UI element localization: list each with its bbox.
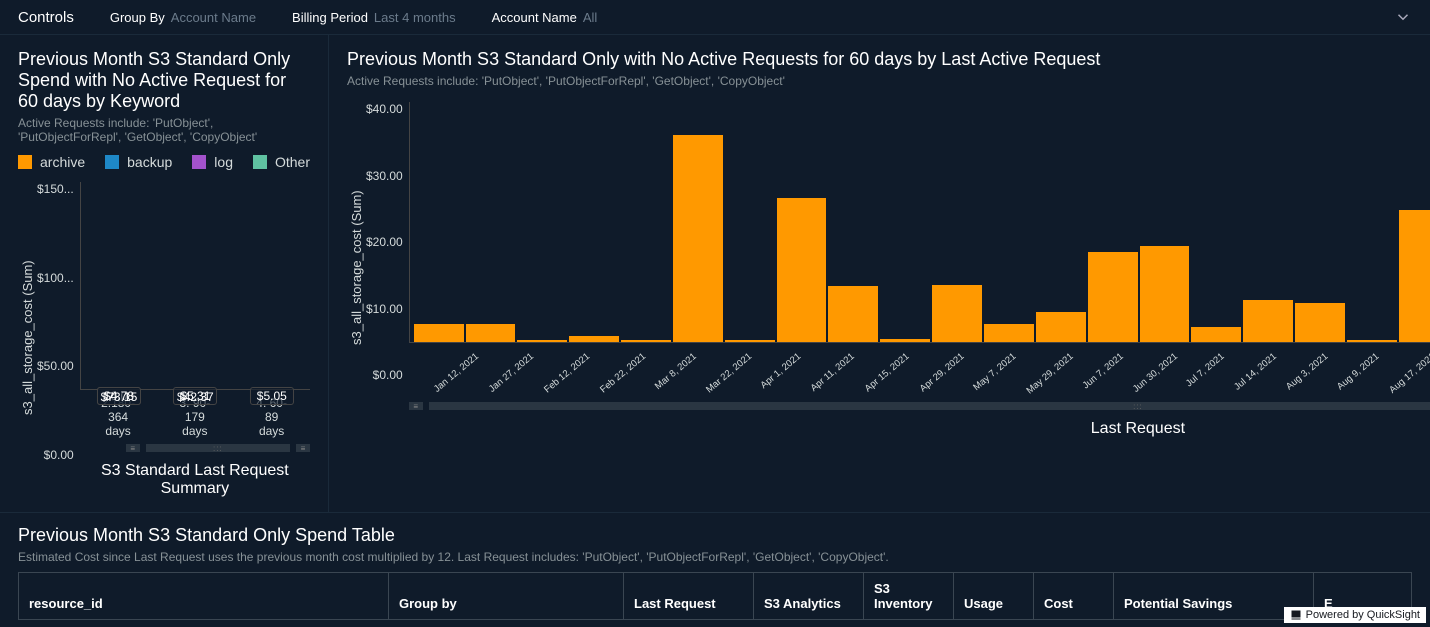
bar[interactable] [466,324,516,342]
legend-item-other[interactable]: Other [253,154,310,170]
left-plot[interactable]: $0.00$4.78$73.15$5.31$42.37$5.05 [80,182,310,390]
controls-title: Controls [18,9,74,26]
left-chart-panel: Previous Month S3 Standard Only Spend wi… [0,35,329,512]
control-label: Group By [110,10,165,25]
table-section: Previous Month S3 Standard Only Spend Ta… [0,513,1430,620]
column-header[interactable]: resource_id [19,573,389,619]
control-label: Billing Period [292,10,368,25]
bar[interactable] [725,340,775,342]
column-header[interactable]: Last Request [624,573,754,619]
control-label: Account Name [492,10,577,25]
legend-label: log [214,154,233,170]
swatch-icon [253,155,267,169]
bar[interactable] [1088,252,1138,342]
scroll-left-icon[interactable]: ≡ [126,444,140,452]
controls-bar: Controls Group By Account Name Billing P… [0,0,1430,35]
legend-item-archive[interactable]: archive [18,154,85,170]
bar[interactable] [517,340,567,342]
powered-label: Powered by QuickSight [1306,609,1420,621]
data-label: $42.37 [171,389,220,405]
quicksight-icon [1290,609,1302,621]
right-plot[interactable] [409,102,1430,343]
scroll-track[interactable]: ::: [146,444,290,452]
bar[interactable] [828,286,878,342]
y-ticks: $150...$100...$50.00$0.00 [37,182,80,462]
right-panel-subtitle: Active Requests include: 'PutObject', 'P… [347,74,1430,88]
y-axis-label: s3_all_storage_cost (Sum) [18,178,37,498]
scroll-track[interactable]: ::: [429,402,1430,410]
legend-label: Other [275,154,310,170]
control-group-by[interactable]: Group By Account Name [110,10,256,25]
legend-label: archive [40,154,85,170]
control-account-name[interactable]: Account Name All [492,10,598,25]
bar[interactable] [1243,300,1293,342]
column-header[interactable]: Group by [389,573,624,619]
y-axis-label: s3_all_storage_cost (Sum) [347,98,366,438]
column-header[interactable]: Cost [1034,573,1114,619]
bar[interactable] [414,324,464,342]
panels-row: Previous Month S3 Standard Only Spend wi… [0,35,1430,513]
bar[interactable] [1347,340,1397,342]
y-ticks: $40.00$30.00$20.00$10.00$0.00 [366,102,409,382]
powered-by-badge[interactable]: Powered by QuickSight [1284,607,1426,623]
scroll-left-icon[interactable]: ≡ [409,402,423,410]
bar[interactable] [1399,210,1430,342]
left-chart: s3_all_storage_cost (Sum) $150...$100...… [18,178,310,498]
swatch-icon [105,155,119,169]
bar[interactable] [932,285,982,342]
left-panel-subtitle: Active Requests include: 'PutObject', 'P… [18,116,310,144]
control-value: All [583,10,597,25]
legend-item-backup[interactable]: backup [105,154,172,170]
x-axis-title: Last Request [409,420,1430,438]
bar[interactable] [984,324,1034,342]
right-chart: s3_all_storage_cost (Sum) $40.00$30.00$2… [347,98,1430,438]
control-value: Account Name [171,10,256,25]
bar[interactable] [621,340,671,342]
legend-label: backup [127,154,172,170]
x-categories: Jan 12, 2021Jan 27, 2021Feb 12, 2021Feb … [409,347,1430,358]
left-panel-title: Previous Month S3 Standard Only Spend wi… [18,49,310,112]
legend-item-log[interactable]: log [192,154,233,170]
control-billing-period[interactable]: Billing Period Last 4 months [292,10,456,25]
legend: archive backup log Other [18,154,310,170]
chart-scroll[interactable]: ≡ ::: ≡ [409,402,1430,410]
bar[interactable] [1140,246,1190,342]
chevron-down-icon[interactable] [1394,8,1412,26]
bar[interactable] [777,198,827,342]
bar[interactable] [1295,303,1345,342]
bar[interactable] [1191,327,1241,342]
bar[interactable] [569,336,619,342]
bar[interactable] [880,339,930,342]
bar[interactable] [673,135,723,342]
right-panel-title: Previous Month S3 Standard Only with No … [347,49,1430,70]
data-label: $5.05 [250,387,294,405]
swatch-icon [192,155,206,169]
table-subtitle: Estimated Cost since Last Request uses t… [18,550,1412,564]
x-axis-title: S3 Standard Last Request Summary [80,462,310,498]
right-chart-panel: Previous Month S3 Standard Only with No … [329,35,1430,512]
table-header-row: resource_idGroup byLast RequestS3 Analyt… [18,572,1412,620]
bar[interactable] [1036,312,1086,342]
scroll-right-icon[interactable]: ≡ [296,444,310,452]
column-header[interactable]: Usage [954,573,1034,619]
table-title: Previous Month S3 Standard Only Spend Ta… [18,525,1412,546]
swatch-icon [18,155,32,169]
column-header[interactable]: S3 Inventory [864,573,954,619]
chart-scroll[interactable]: ≡ ::: ≡ [126,444,310,452]
data-label: $73.15 [95,389,144,405]
column-header[interactable]: S3 Analytics [754,573,864,619]
control-value: Last 4 months [374,10,456,25]
